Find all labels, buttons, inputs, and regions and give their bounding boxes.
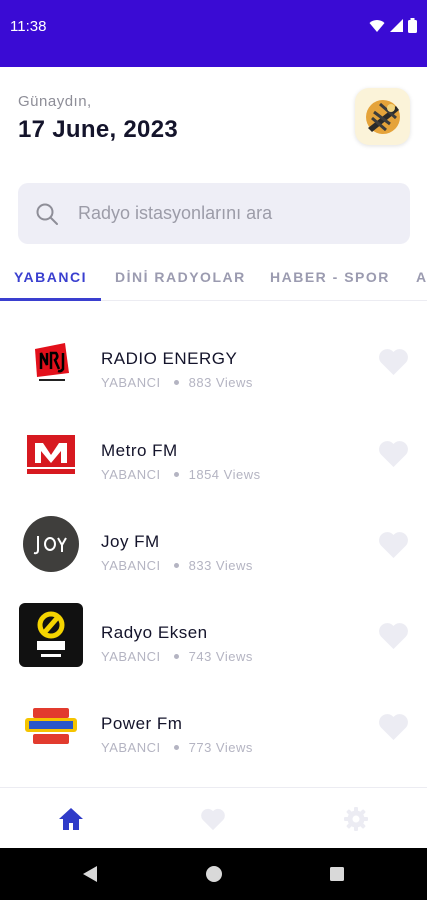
meta-dot bbox=[173, 380, 179, 385]
system-nav-bar bbox=[0, 848, 427, 900]
wifi-icon bbox=[369, 19, 385, 33]
meta-dot bbox=[173, 654, 179, 659]
search-box[interactable] bbox=[18, 183, 410, 244]
station-category: YABANCI bbox=[101, 649, 161, 664]
station-meta: YABANCI 883 Views bbox=[101, 375, 253, 390]
meta-dot bbox=[173, 563, 179, 568]
tab-next-partial[interactable]: A bbox=[402, 256, 427, 302]
screen: 11:38 Günaydın, 17 June, 2023 Radyo ista… bbox=[0, 0, 427, 900]
home-icon[interactable] bbox=[58, 806, 84, 832]
station-category: YABANCI bbox=[101, 558, 161, 573]
status-time: 11:38 bbox=[10, 18, 47, 35]
joy-fm-logo-icon bbox=[18, 511, 83, 576]
metro-fm-logo-icon bbox=[18, 420, 83, 485]
favorite-heart-icon[interactable] bbox=[378, 531, 409, 559]
station-views: 833 Views bbox=[188, 558, 253, 573]
station-views: 773 Views bbox=[188, 740, 253, 755]
favorite-heart-icon[interactable] bbox=[378, 348, 409, 376]
signal-icon bbox=[390, 19, 403, 32]
tab-haber-spor[interactable]: HABER - SPOR bbox=[256, 256, 404, 302]
back-icon[interactable] bbox=[80, 864, 100, 884]
station-meta: YABANCI 773 Views bbox=[101, 740, 253, 755]
station-row[interactable]: Joy FM YABANCI 833 Views bbox=[0, 511, 427, 602]
station-name: RADIO ENERGY bbox=[101, 349, 238, 368]
tab-dini-radyolar[interactable]: DİNİ RADYOLAR bbox=[101, 256, 260, 302]
station-meta: YABANCI 1854 Views bbox=[101, 467, 261, 482]
greeting: Günaydın, bbox=[18, 93, 92, 110]
station-category: YABANCI bbox=[101, 467, 161, 482]
station-name: Power Fm bbox=[101, 714, 183, 733]
battery-icon bbox=[408, 18, 417, 33]
bottom-nav bbox=[0, 787, 427, 848]
station-name: Joy FM bbox=[101, 532, 160, 551]
station-meta: YABANCI 743 Views bbox=[101, 649, 253, 664]
tab-yabanci[interactable]: YABANCI bbox=[0, 256, 101, 302]
radio-app-logo-icon[interactable] bbox=[355, 88, 410, 145]
favorite-heart-icon[interactable] bbox=[378, 713, 409, 741]
home-circle-icon[interactable] bbox=[204, 864, 224, 884]
search-input[interactable] bbox=[78, 183, 398, 244]
favorite-heart-icon[interactable] bbox=[378, 622, 409, 650]
station-name: Metro FM bbox=[101, 441, 178, 460]
station-list: RADIO ENERGY YABANCI 883 Views Metro FM … bbox=[0, 310, 427, 788]
search-icon bbox=[35, 202, 59, 231]
power-fm-logo-icon bbox=[18, 693, 83, 758]
station-row[interactable]: Radyo Eksen YABANCI 743 Views bbox=[0, 602, 427, 693]
station-views: 743 Views bbox=[188, 649, 253, 664]
station-row[interactable]: Power Fm YABANCI 773 Views bbox=[0, 693, 427, 784]
station-category: YABANCI bbox=[101, 375, 161, 390]
station-row[interactable]: RADIO ENERGY YABANCI 883 Views bbox=[0, 328, 427, 419]
favorites-icon[interactable] bbox=[200, 806, 226, 832]
active-tab-indicator bbox=[0, 298, 101, 301]
station-meta: YABANCI 833 Views bbox=[101, 558, 253, 573]
station-views: 883 Views bbox=[188, 375, 253, 390]
radyo-eksen-logo-icon bbox=[18, 602, 83, 667]
date-title: 17 June, 2023 bbox=[18, 116, 179, 143]
category-tabs: YABANCI DİNİ RADYOLAR HABER - SPOR A bbox=[0, 256, 427, 302]
status-icons bbox=[369, 18, 417, 33]
status-bar: 11:38 bbox=[0, 0, 427, 67]
settings-icon[interactable] bbox=[343, 806, 369, 832]
station-row[interactable]: Metro FM YABANCI 1854 Views bbox=[0, 420, 427, 511]
station-name: Radyo Eksen bbox=[101, 623, 208, 642]
favorite-heart-icon[interactable] bbox=[378, 440, 409, 468]
meta-dot bbox=[173, 745, 179, 750]
meta-dot bbox=[173, 472, 179, 477]
station-category: YABANCI bbox=[101, 740, 161, 755]
nrj-logo-icon bbox=[18, 328, 83, 393]
recents-icon[interactable] bbox=[327, 864, 347, 884]
station-views: 1854 Views bbox=[188, 467, 261, 482]
